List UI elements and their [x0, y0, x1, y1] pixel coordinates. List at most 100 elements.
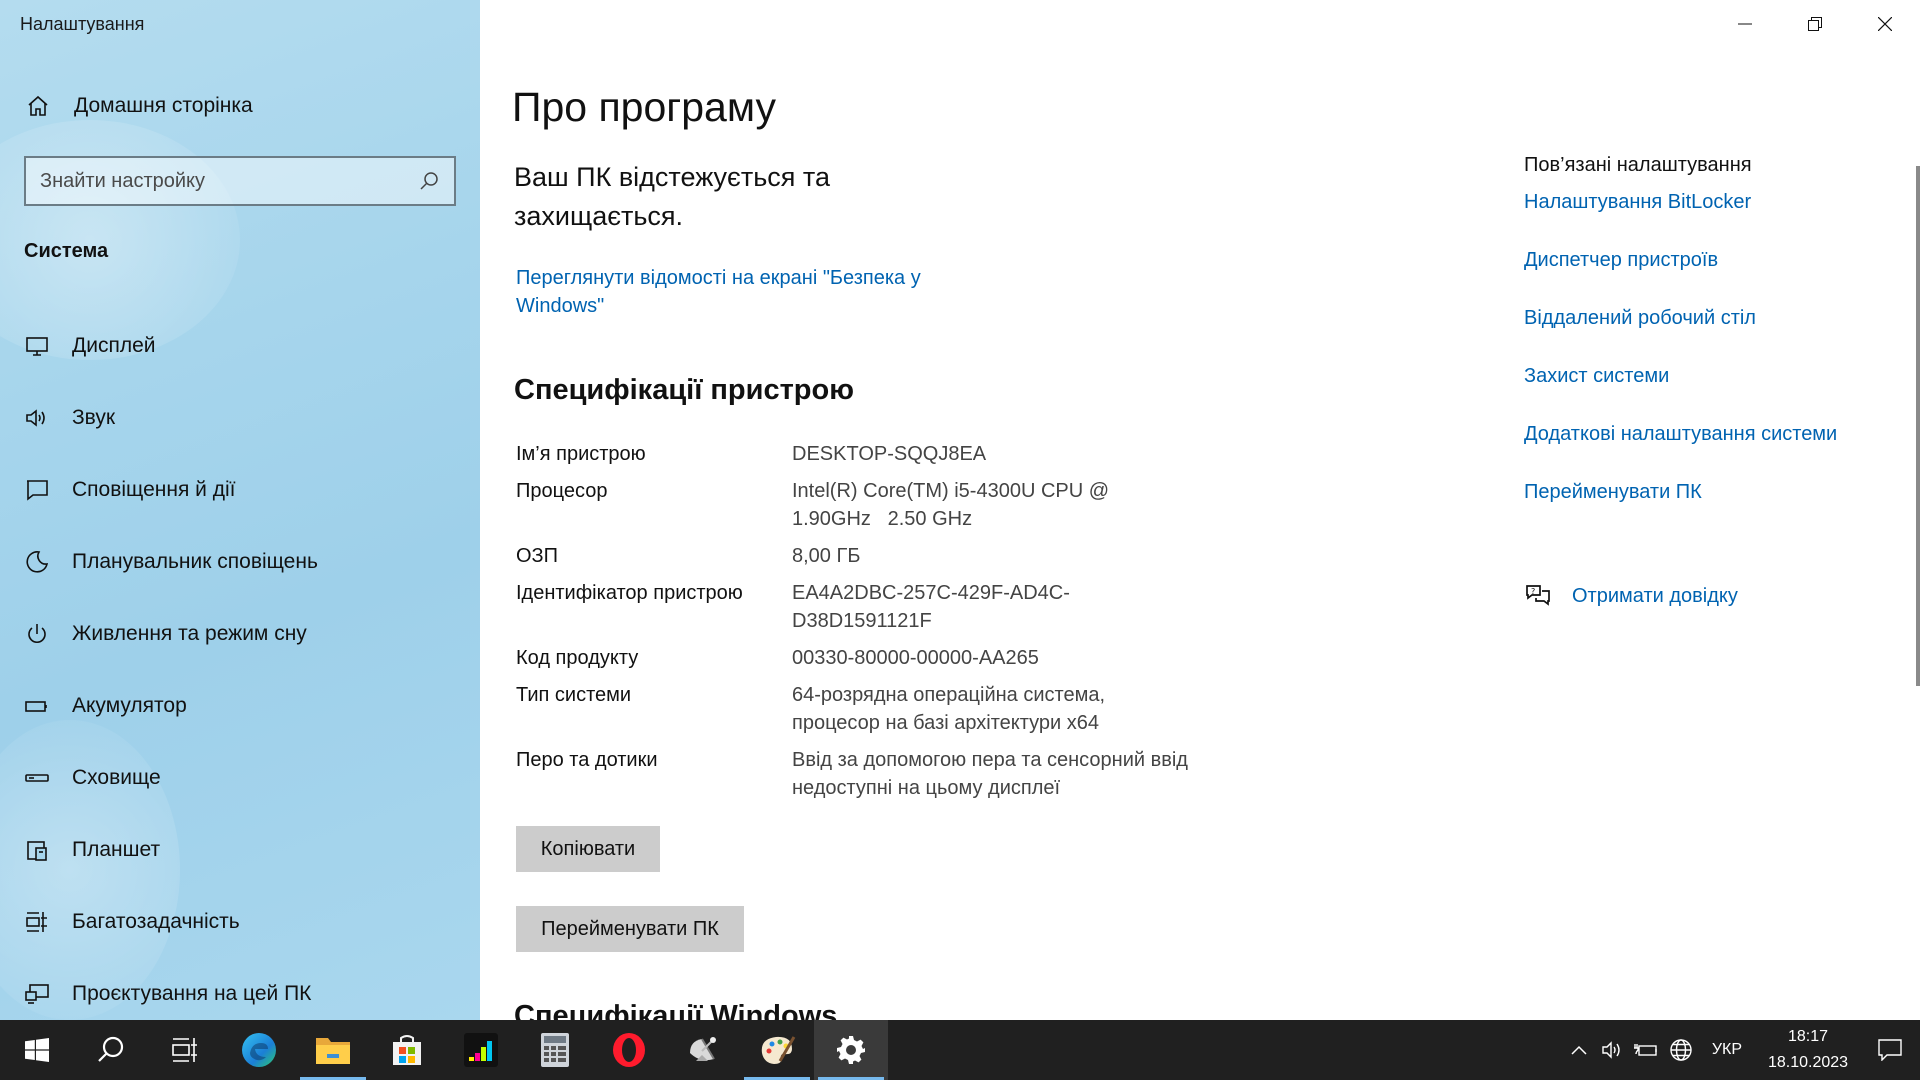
opera-icon [613, 1033, 645, 1067]
spec-row-system-type: Тип системи 64-розрядна операційна систе… [516, 681, 1192, 737]
spec-key: Ідентифікатор пристрою [516, 582, 743, 604]
spec-key: Код продукту [516, 647, 639, 669]
sidebar-item-storage[interactable]: Сховище [0, 742, 480, 814]
volume-button[interactable] [1596, 1020, 1630, 1080]
advanced-system-settings-link[interactable]: Додаткові налаштування системи [1524, 423, 1837, 481]
sidebar-item-label: Дисплей [72, 334, 156, 357]
edge-icon [242, 1033, 276, 1067]
battery-charging-icon [1633, 1044, 1657, 1056]
spec-value: EA4A2DBC-257C-429F-AD4C-D38D1591121F [792, 582, 1070, 632]
restore-icon [1808, 17, 1822, 31]
sidebar-item-label: Звук [72, 406, 116, 429]
copy-button[interactable]: Копіювати [516, 826, 660, 872]
help-chat-icon: ? [1524, 582, 1552, 610]
show-hidden-icons-button[interactable] [1562, 1020, 1596, 1080]
battery-status-button[interactable] [1630, 1020, 1664, 1080]
spec-value: DESKTOP-SQQJ8EA [792, 443, 987, 465]
sidebar-item-label: Багатозадачність [72, 910, 240, 933]
spec-key: Перо та дотики [516, 749, 658, 771]
search-icon[interactable] [418, 170, 440, 192]
chevron-up-icon [1571, 1045, 1587, 1055]
action-center-button[interactable] [1860, 1020, 1920, 1080]
spec-key: Ім’я пристрою [516, 443, 646, 465]
windows-logo-icon [25, 1038, 49, 1062]
spec-row-ram: ОЗП 8,00 ГБ [516, 542, 1192, 570]
moon-icon [24, 549, 50, 575]
spec-value: 00330-80000-00000-AA265 [792, 647, 1039, 669]
remote-desktop-link[interactable]: Віддалений робочий стіл [1524, 307, 1837, 365]
sidebar-item-label: Живлення та режим сну [72, 622, 307, 645]
store-app[interactable] [370, 1020, 444, 1080]
home-link-label: Домашня сторінка [74, 94, 253, 117]
input-language-button[interactable]: УКР [1698, 1041, 1756, 1059]
deezer-app[interactable] [444, 1020, 518, 1080]
speaker-icon [1602, 1041, 1620, 1059]
window-title: Налаштування [20, 14, 145, 34]
speaker-icon [24, 405, 50, 431]
home-link[interactable]: Домашня сторінка [24, 92, 253, 120]
spec-row-device-name: Ім’я пристрою DESKTOP-SQQJ8EA [516, 440, 1192, 468]
device-specs-title: Специфікації пристрою [514, 374, 854, 406]
sidebar-item-multitasking[interactable]: Багатозадачність [0, 886, 480, 958]
sidebar-nav: Дисплей Звук Сповіщення й дії Планувальн… [0, 310, 480, 1020]
clock-button[interactable]: 18:17 18.10.2023 [1756, 1024, 1860, 1076]
device-manager-link[interactable]: Диспетчер пристроїв [1524, 249, 1837, 307]
projecting-icon [24, 981, 50, 1007]
monitor-icon [24, 333, 50, 359]
sidebar-item-sound[interactable]: Звук [0, 382, 480, 454]
main-content: Про програму Ваш ПК відстежується та зах… [480, 0, 1920, 1020]
paint-app[interactable] [740, 1020, 814, 1080]
opera-app[interactable] [592, 1020, 666, 1080]
network-button[interactable] [1664, 1020, 1698, 1080]
spec-value: Ввід за допомогою пера та сенсорний ввід… [792, 749, 1188, 799]
sidebar-item-notifications[interactable]: Сповіщення й дії [0, 454, 480, 526]
windows-security-link[interactable]: Переглянути відомості на екрані "Безпека… [516, 264, 986, 320]
sidebar-item-power-sleep[interactable]: Живлення та режим сну [0, 598, 480, 670]
window-controls [1710, 0, 1920, 48]
search-button[interactable] [74, 1020, 148, 1080]
svg-text:?: ? [1531, 587, 1535, 596]
restore-button[interactable] [1780, 0, 1850, 48]
file-explorer-app[interactable] [296, 1020, 370, 1080]
settings-search-box[interactable] [24, 156, 456, 206]
system-protection-link[interactable]: Захист системи [1524, 365, 1837, 423]
sidebar-item-label: Планшет [72, 838, 161, 861]
settings-sidebar: Налаштування Домашня сторінка Система Ди… [0, 0, 480, 1020]
scrollbar[interactable] [1916, 166, 1920, 686]
start-button[interactable] [0, 1020, 74, 1080]
close-icon [1878, 17, 1892, 31]
minimize-icon [1738, 23, 1752, 25]
gear-icon [837, 1036, 865, 1064]
protection-status-text: Ваш ПК відстежується та захищається. [514, 162, 830, 231]
sidebar-item-tablet[interactable]: Планшет [0, 814, 480, 886]
notification-icon [24, 477, 50, 503]
calculator-icon [541, 1033, 569, 1067]
spec-key: Тип системи [516, 684, 632, 706]
spec-value: 8,00 ГБ [792, 545, 861, 567]
clock-time: 18:17 [1787, 1028, 1829, 1045]
spec-value: Intel(R) Core(TM) i5-4300U CPU @ 1.90GHz… [792, 480, 1115, 530]
calculator-app[interactable] [518, 1020, 592, 1080]
notification-icon [1878, 1039, 1902, 1061]
minimize-button[interactable] [1710, 0, 1780, 48]
get-help-link[interactable]: ? Отримати довідку [1524, 582, 1738, 610]
rename-pc-button[interactable]: Перейменувати ПК [516, 906, 744, 952]
sidebar-item-label: Сховище [72, 766, 161, 789]
sidebar-item-battery[interactable]: Акумулятор [0, 670, 480, 742]
sidebar-item-projecting[interactable]: Проєктування на цей ПК [0, 958, 480, 1020]
close-button[interactable] [1850, 0, 1920, 48]
edge-app[interactable] [222, 1020, 296, 1080]
sidebar-item-focus-assist[interactable]: Планувальник сповіщень [0, 526, 480, 598]
task-view-button[interactable] [148, 1020, 222, 1080]
windows-specs-title: Специфікації Windows [514, 1000, 838, 1020]
sidebar-item-display[interactable]: Дисплей [0, 310, 480, 382]
sidebar-item-label: Акумулятор [72, 694, 187, 717]
satellite-app[interactable] [666, 1020, 740, 1080]
rename-pc-link[interactable]: Перейменувати ПК [1524, 481, 1837, 539]
home-icon [24, 92, 52, 120]
settings-search-input[interactable] [40, 169, 418, 193]
clock-date: 18.10.2023 [1767, 1054, 1849, 1071]
bitlocker-settings-link[interactable]: Налаштування BitLocker [1524, 191, 1837, 249]
sidebar-item-label: Планувальник сповіщень [72, 550, 318, 573]
settings-app[interactable] [814, 1020, 888, 1080]
